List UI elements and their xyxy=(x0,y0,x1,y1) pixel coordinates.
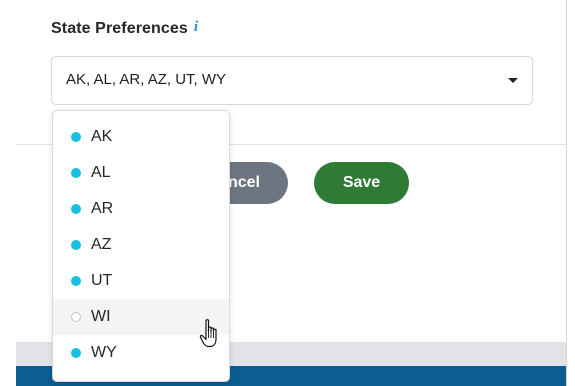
selected-dot-icon xyxy=(71,276,81,286)
cancel-button-label: ncel xyxy=(227,174,260,191)
option-label: WY xyxy=(91,344,117,361)
selected-dot-icon xyxy=(71,240,81,250)
selected-dot-icon xyxy=(71,348,81,358)
save-button[interactable]: Save xyxy=(314,162,409,204)
option-label: UT xyxy=(91,272,113,289)
option-ak[interactable]: AK xyxy=(53,119,229,155)
info-icon[interactable]: i xyxy=(194,19,198,36)
panel-right-border xyxy=(566,0,567,386)
option-al[interactable]: AL xyxy=(53,155,229,191)
option-label: AK xyxy=(91,128,113,145)
option-az[interactable]: AZ xyxy=(53,227,229,263)
state-preferences-select[interactable]: AK, AL, AR, AZ, UT, WY xyxy=(51,56,533,105)
unselected-dot-icon xyxy=(71,312,81,322)
select-value: AK, AL, AR, AZ, UT, WY xyxy=(66,71,227,88)
caret-down-icon[interactable] xyxy=(508,78,518,83)
selected-dot-icon xyxy=(71,132,81,142)
option-ut[interactable]: UT xyxy=(53,263,229,299)
selected-dot-icon xyxy=(71,168,81,178)
option-label: AL xyxy=(91,164,111,181)
field-label: State Preferences xyxy=(51,20,188,37)
option-ar[interactable]: AR xyxy=(53,191,229,227)
option-label: AZ xyxy=(91,236,112,253)
save-button-label: Save xyxy=(342,174,381,191)
selected-dot-icon xyxy=(71,204,81,214)
option-label: AR xyxy=(91,200,114,217)
field-label-row: State Preferences i xyxy=(51,19,198,38)
option-label: WI xyxy=(91,308,111,325)
hand-pointer-cursor-icon xyxy=(199,319,217,348)
